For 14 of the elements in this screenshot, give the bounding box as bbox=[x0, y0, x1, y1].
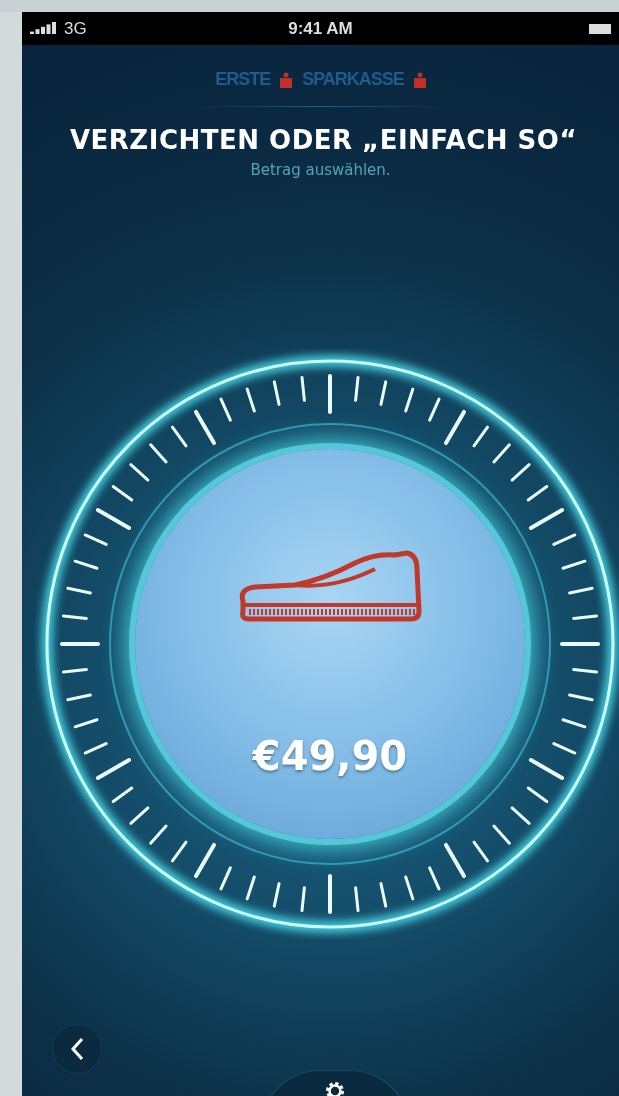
settings-icon bbox=[323, 1079, 347, 1096]
carrier-text: 3G bbox=[64, 18, 87, 39]
logo-text: ERSTE bbox=[215, 69, 271, 90]
logo-icon bbox=[413, 71, 426, 88]
signal-icon bbox=[30, 21, 58, 36]
subtitle: Betrag auswählen. bbox=[249, 161, 392, 179]
status-time: 9:41 AM bbox=[288, 18, 353, 39]
battery-icon bbox=[589, 22, 611, 35]
screen-title: VERZICHTEN ODER „EINFACH SO“ bbox=[68, 125, 579, 155]
logo-icon bbox=[280, 71, 293, 88]
amount-text: €49,90 bbox=[252, 733, 408, 779]
logo-text: SPARKASSE bbox=[302, 69, 404, 90]
back-button[interactable] bbox=[52, 1024, 102, 1074]
chevron-left-icon bbox=[70, 1037, 84, 1061]
